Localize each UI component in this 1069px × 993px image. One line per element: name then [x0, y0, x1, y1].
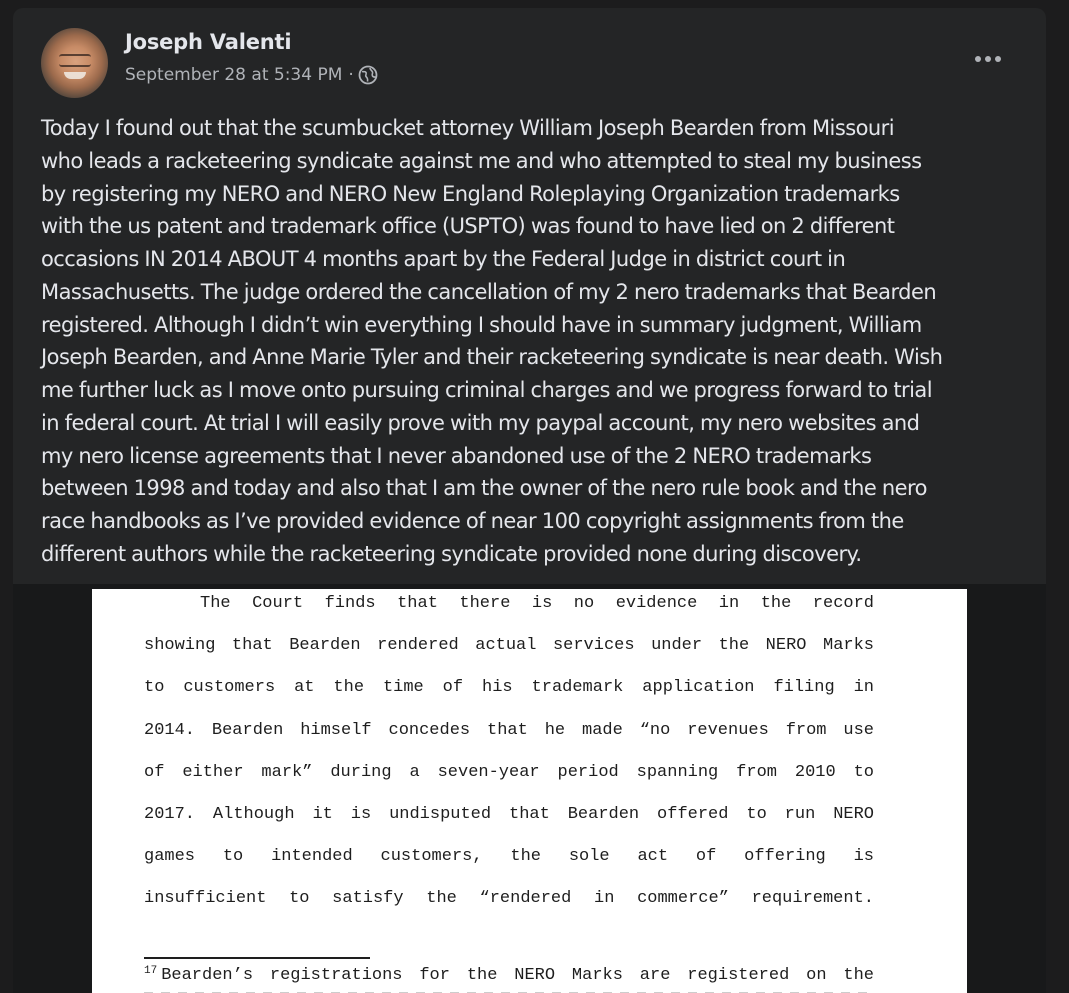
doc-line: games to intended customers, the sole ac…	[144, 847, 874, 867]
post-text-line: my nero license agreements that I never …	[41, 443, 872, 468]
post-text-line: Massachusetts. The judge ordered the can…	[41, 279, 937, 304]
post-text-line: registered. Although I didn’t win everyt…	[41, 312, 922, 337]
doc-line: of either mark” during a seven-year peri…	[144, 762, 874, 782]
post-text-line: Today I found out that the scumbucket at…	[41, 116, 895, 140]
author-name[interactable]: Joseph Valenti	[125, 30, 292, 54]
meta-separator: ·	[348, 65, 354, 85]
avatar-smile	[64, 72, 86, 79]
footnote: 17 Bearden’s registrations for the NERO M…	[144, 965, 874, 985]
post-text-line: me further luck as I move onto pursuing …	[41, 378, 933, 402]
post-text-line: occasions IN 2014 ABOUT 4 months apart b…	[41, 247, 846, 271]
ellipsis-icon	[975, 56, 981, 62]
footnote-number: 17	[144, 965, 158, 977]
post-text-line: in federal court. At trial I will easily…	[41, 410, 920, 435]
ellipsis-dot	[985, 56, 991, 62]
avatar-glasses	[59, 54, 91, 67]
post-text-line: Joseph Bearden, and Anne Marie Tyler and…	[41, 345, 943, 370]
doc-line: 2014. Bearden himself concedes that he m…	[144, 720, 874, 740]
avatar[interactable]	[41, 28, 108, 98]
ellipsis-dot	[995, 56, 1001, 62]
post-text-line: with the us patent and trademark office …	[41, 214, 895, 239]
post-text-line: between 1998 and today and also that I a…	[41, 476, 927, 501]
post-timestamp[interactable]: September 28 at 5:34 PM	[125, 65, 342, 85]
court-document-text: The Court finds that there is no evidenc…	[144, 591, 874, 929]
post-text-line: different authors while the racketeering…	[41, 541, 862, 566]
post-text-line: who leads a racketeering syndicate again…	[41, 148, 922, 173]
post-meta: September 28 at 5:34 PM ·	[125, 65, 378, 85]
post-text-line: by registering my NERO and NERO New Engl…	[41, 181, 900, 206]
more-options-button[interactable]	[968, 44, 1008, 74]
footnote-divider	[144, 957, 370, 959]
doc-line: The Court finds that there is no evidenc…	[200, 594, 874, 613]
doc-line: to customers at the time of his trademar…	[144, 678, 874, 698]
doc-line: 2017. Although it is undisputed that Bea…	[144, 804, 874, 824]
doc-line: insufficient to satisfy the “rendered in…	[144, 889, 874, 909]
doc-line: showing that Bearden rendered actual ser…	[144, 636, 874, 656]
footnote-text: Bearden’s registrations for the NERO Mar…	[161, 966, 874, 985]
globe-icon[interactable]	[358, 65, 378, 85]
post-text-line: race handbooks as I’ve provided evidence…	[41, 509, 904, 533]
post-text: Today I found out that the scumbucket at…	[41, 112, 1026, 571]
court-document-image[interactable]: The Court finds that there is no evidenc…	[92, 589, 967, 993]
